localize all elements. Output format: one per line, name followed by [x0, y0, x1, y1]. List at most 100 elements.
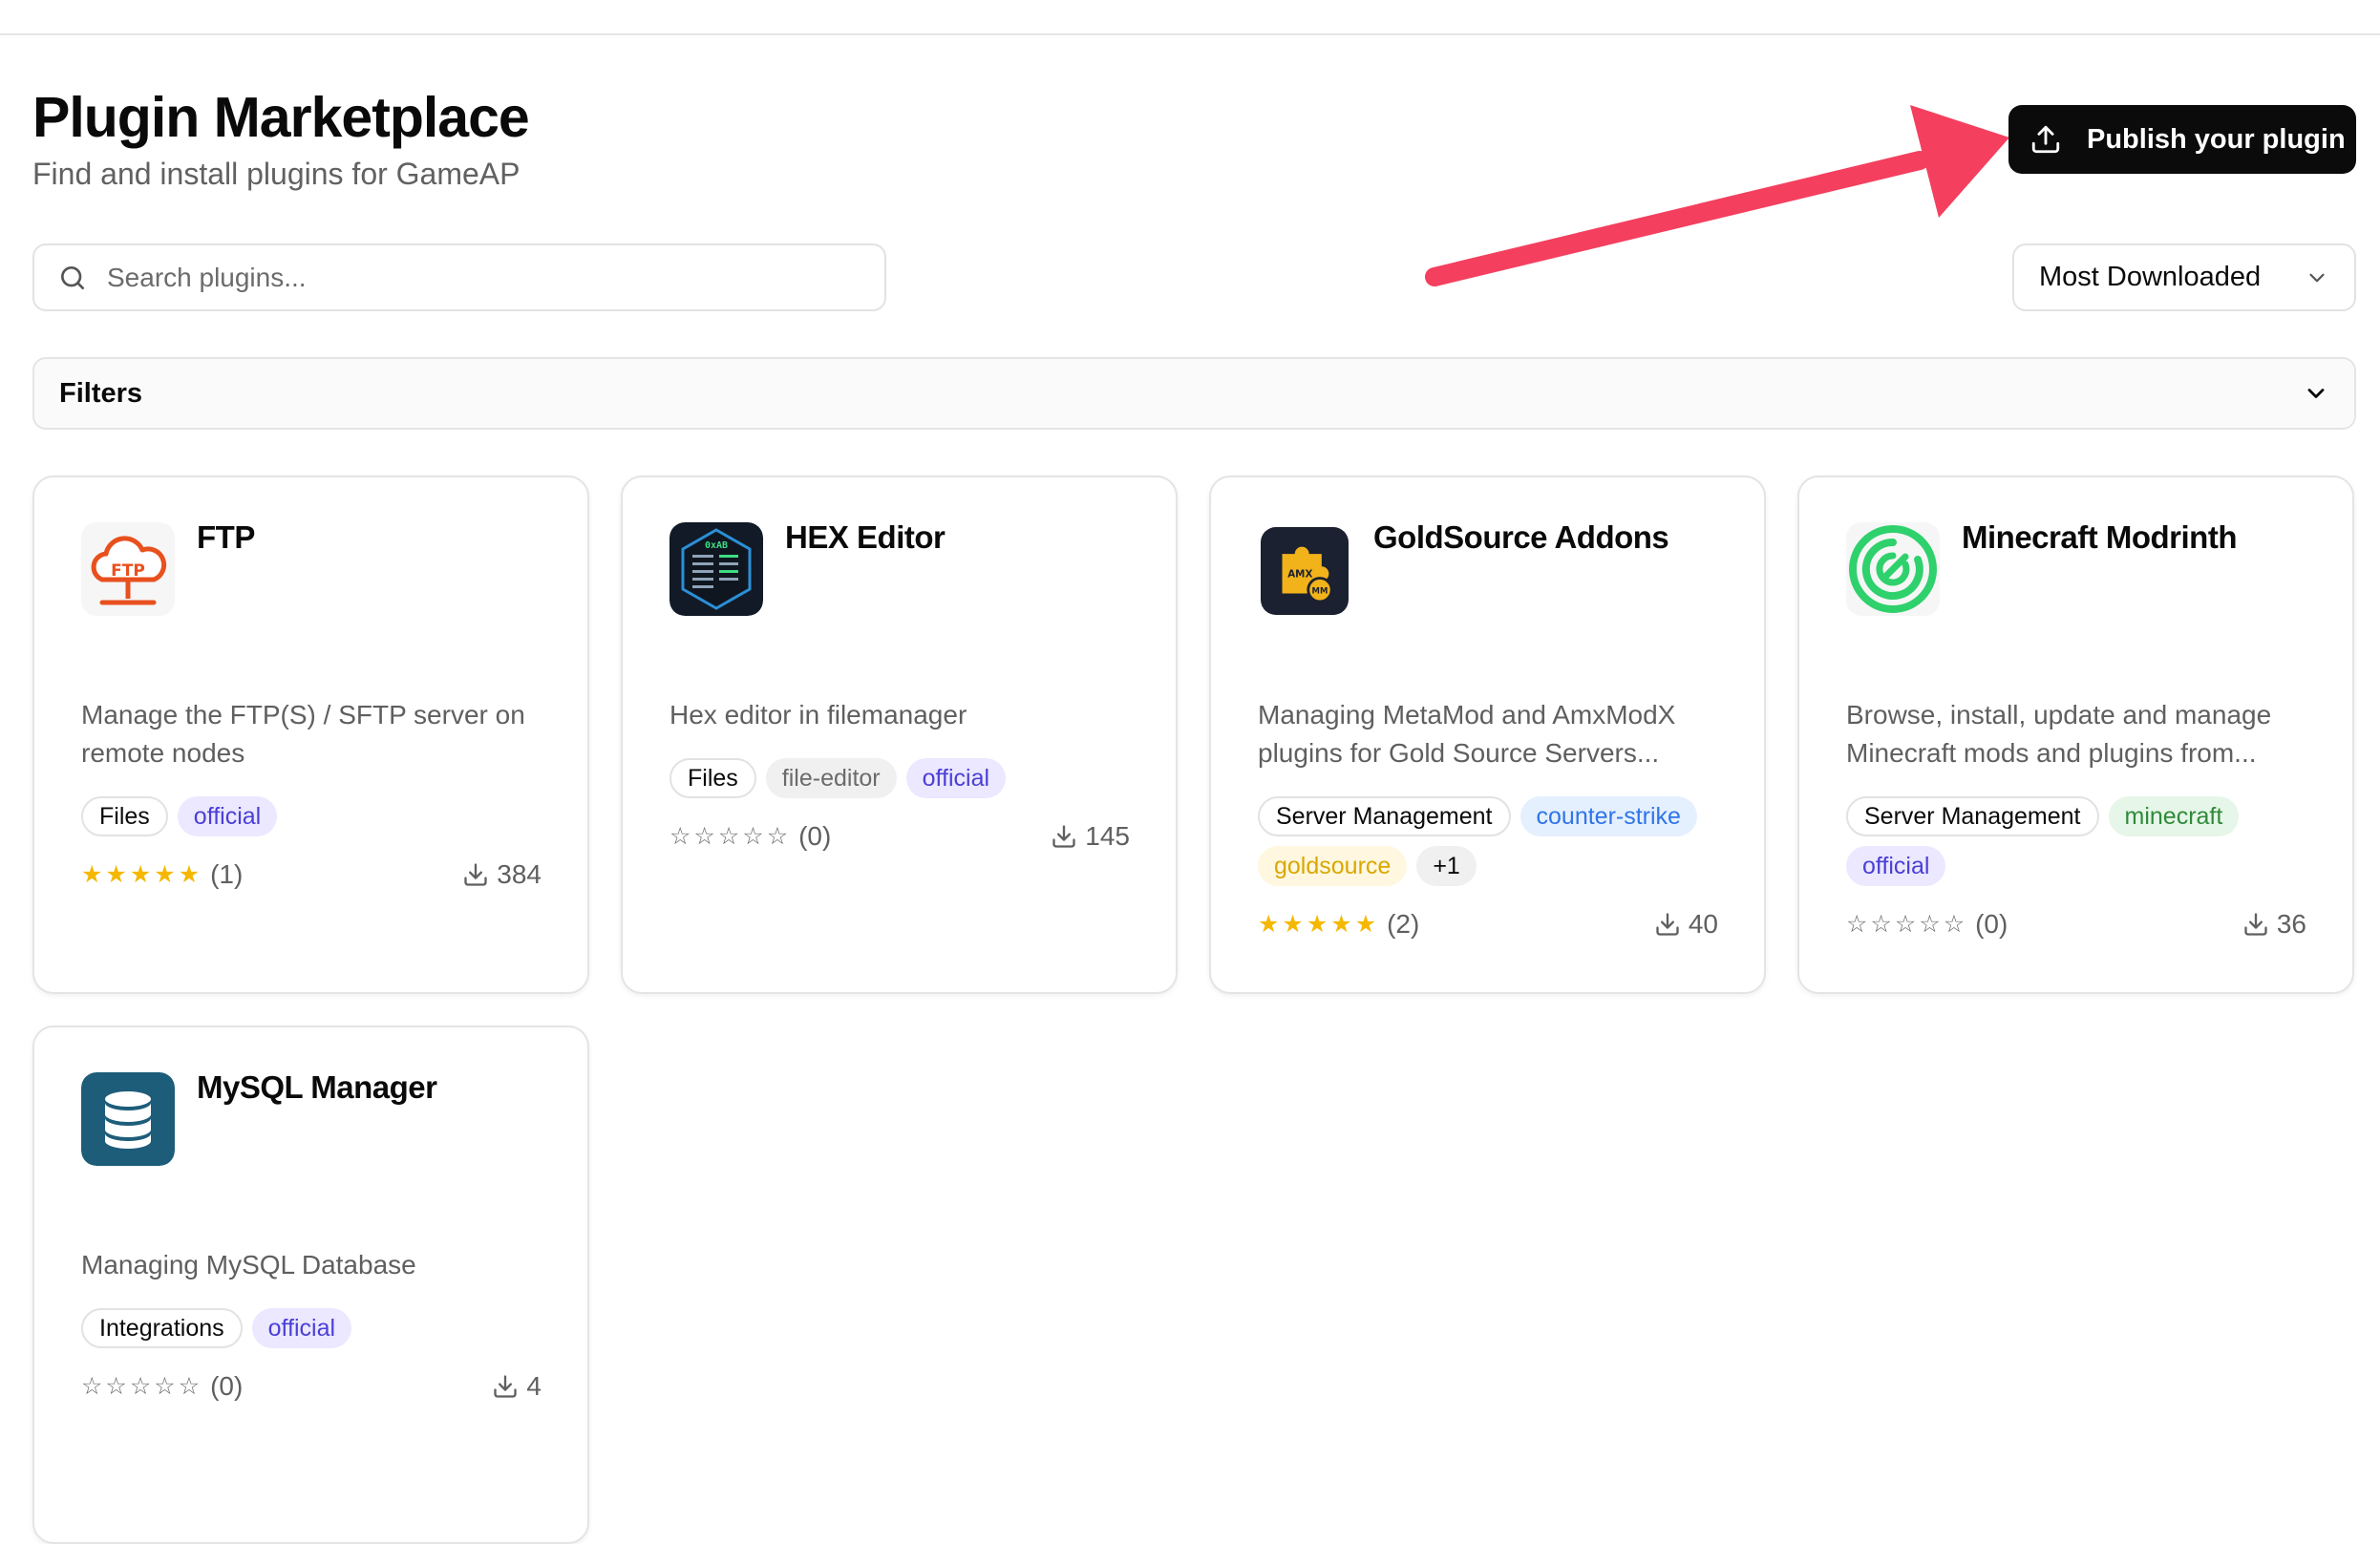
star-filled-icon: ★: [1330, 911, 1352, 938]
star-empty-icon: ☆: [1870, 911, 1892, 938]
star-empty-icon: ☆: [693, 823, 715, 850]
plugin-description: Hex editor in filemanager: [669, 700, 967, 730]
download-count: 36: [2242, 909, 2306, 940]
filters-toggle[interactable]: Filters: [32, 357, 2356, 430]
rating: ★ ★ ★ ★ ★ (1): [81, 859, 243, 890]
tag-list: Files file-editor official: [669, 758, 1147, 798]
tag-official[interactable]: official: [1846, 846, 1946, 886]
amx-logo-text: AMX: [1287, 569, 1312, 581]
search-box[interactable]: [32, 243, 886, 311]
chevron-down-icon: [2309, 273, 2325, 282]
plugin-description: Browse, install, update and manage Minec…: [1846, 700, 2272, 768]
star-empty-icon: ☆: [81, 1373, 103, 1400]
top-bar: [0, 0, 2380, 35]
tag[interactable]: Server Management: [1258, 796, 1511, 836]
star-empty-icon: ☆: [1919, 911, 1941, 938]
plugin-card-hex-editor[interactable]: 0xAB HEX Editor Hex editor in filemanage…: [621, 476, 1178, 994]
star-empty-icon: ☆: [1894, 911, 1917, 938]
tag[interactable]: Files: [81, 796, 168, 836]
rating: ☆ ☆ ☆ ☆ ☆ (0): [81, 1371, 243, 1402]
plugin-description: Manage the FTP(S) / SFTP server on remot…: [81, 700, 525, 768]
rating: ☆ ☆ ☆ ☆ ☆ (0): [669, 821, 831, 852]
annotation-arrow-icon: [1425, 105, 2009, 286]
rating: ☆ ☆ ☆ ☆ ☆ (0): [1846, 909, 2008, 940]
downloads-value: 145: [1085, 821, 1130, 851]
plugin-meta: ★ ★ ★ ★ ★ (2) 40: [1258, 909, 1718, 940]
tag[interactable]: counter-strike: [1519, 796, 1697, 836]
tag-list: Integrations official: [81, 1308, 559, 1348]
mm-logo-text: MM: [1312, 585, 1328, 595]
upload-icon: [2031, 125, 2060, 154]
download-count: 384: [462, 859, 542, 890]
plugin-name: MySQL Manager: [197, 1069, 437, 1105]
search-input[interactable]: [105, 261, 854, 294]
plugin-description: Managing MySQL Database: [81, 1250, 416, 1280]
plugin-meta: ★ ★ ★ ★ ★ (1) 384: [81, 859, 542, 890]
star-empty-icon: ☆: [1846, 911, 1868, 938]
hex-editor-icon: 0xAB: [669, 522, 763, 616]
download-icon: [1656, 913, 1679, 936]
star-empty-icon: ☆: [178, 1373, 201, 1400]
sort-select[interactable]: Most Downloaded: [2012, 243, 2356, 311]
download-icon: [494, 1375, 518, 1398]
download-icon: [1052, 825, 1075, 848]
ftp-logo-text: FTP: [111, 561, 145, 581]
tag-list: Server Management minecraft official: [1846, 796, 2324, 886]
plugin-meta: ☆ ☆ ☆ ☆ ☆ (0) 145: [669, 821, 1130, 852]
star-filled-icon: ★: [105, 861, 127, 888]
downloads-value: 384: [497, 859, 542, 889]
star-filled-icon: ★: [129, 861, 152, 888]
tag-official[interactable]: official: [177, 796, 278, 836]
star-empty-icon: ☆: [717, 823, 740, 850]
ftp-cloud-icon: FTP: [81, 522, 175, 616]
star-filled-icon: ★: [81, 861, 103, 888]
star-empty-icon: ☆: [105, 1373, 127, 1400]
hex-logo-text: 0xAB: [705, 540, 728, 551]
plugin-name: HEX Editor: [785, 519, 946, 555]
tag-more[interactable]: +1: [1416, 846, 1477, 886]
sort-selected-value: Most Downloaded: [2039, 262, 2262, 292]
plugin-card-goldsource-addons[interactable]: AMX MM GoldSource Addons Managing MetaMo…: [1209, 476, 1766, 994]
page-title: Plugin Marketplace: [32, 86, 530, 149]
tag[interactable]: goldsource: [1258, 846, 1408, 886]
downloads-value: 36: [2276, 909, 2306, 939]
plugin-description: Managing MetaMod and AmxModX plugins for…: [1258, 700, 1676, 768]
database-icon: [81, 1072, 175, 1166]
plugin-card-minecraft-modrinth[interactable]: Minecraft Modrinth Browse, install, upda…: [1797, 476, 2354, 994]
star-filled-icon: ★: [1306, 911, 1328, 938]
tag-list: Files official: [81, 796, 559, 836]
plugin-card-ftp[interactable]: FTP FTP Manage the FTP(S) / SFTP server …: [32, 476, 589, 994]
tag[interactable]: Server Management: [1846, 796, 2099, 836]
download-count: 4: [492, 1371, 542, 1402]
search-icon: [61, 265, 84, 289]
star-filled-icon: ★: [154, 861, 176, 888]
filters-label: Filters: [59, 377, 143, 409]
tag[interactable]: file-editor: [765, 758, 897, 798]
star-empty-icon: ☆: [766, 823, 789, 850]
download-count: 145: [1051, 821, 1130, 852]
star-empty-icon: ☆: [742, 823, 764, 850]
star-empty-icon: ☆: [129, 1373, 152, 1400]
tag[interactable]: Integrations: [81, 1308, 243, 1348]
tag-list: Server Management counter-strike goldsou…: [1258, 796, 1735, 886]
download-count: 40: [1654, 909, 1718, 940]
downloads-value: 4: [526, 1371, 542, 1401]
tag[interactable]: Files: [669, 758, 756, 798]
chevron-down-icon: [2307, 389, 2325, 398]
plugin-name: GoldSource Addons: [1373, 519, 1669, 555]
tag-official[interactable]: official: [251, 1308, 352, 1348]
publish-plugin-button[interactable]: Publish your plugin: [2008, 105, 2356, 174]
star-empty-icon: ☆: [154, 1373, 176, 1400]
modrinth-icon: [1846, 522, 1940, 616]
downloads-value: 40: [1688, 909, 1718, 939]
page-subtitle: Find and install plugins for GameAP: [32, 157, 521, 191]
tag[interactable]: minecraft: [2108, 796, 2240, 836]
publish-plugin-label: Publish your plugin: [2087, 123, 2346, 155]
download-icon: [2244, 913, 2267, 936]
star-filled-icon: ★: [1282, 911, 1304, 938]
rating-count: (2): [1387, 909, 1420, 939]
plugin-card-mysql-manager[interactable]: MySQL Manager Managing MySQL Database In…: [32, 1026, 589, 1544]
rating-count: (0): [798, 821, 832, 851]
tag-official[interactable]: official: [905, 758, 1007, 798]
star-filled-icon: ★: [1354, 911, 1377, 938]
